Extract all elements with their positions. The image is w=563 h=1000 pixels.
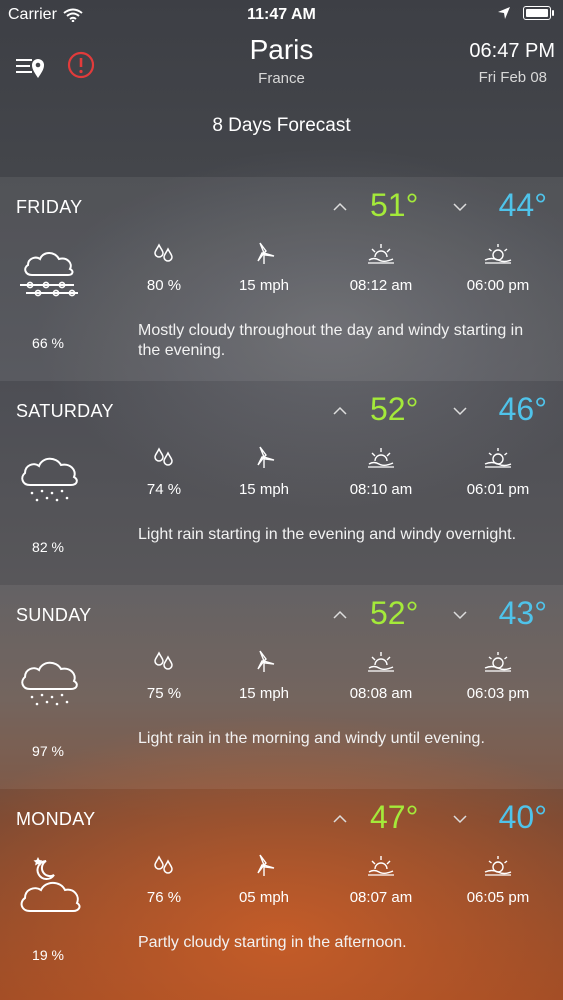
wind-turbine-icon — [252, 853, 276, 877]
sunrise-icon — [367, 445, 395, 469]
precipitation-chance: 66 % — [32, 335, 64, 351]
local-time: 06:47 PM — [469, 40, 555, 62]
low-temp-arrow-icon — [453, 611, 467, 620]
wind-turbine-icon — [252, 241, 276, 265]
wind: 15 mph — [214, 241, 314, 294]
sunrise: 08:10 am — [331, 445, 431, 498]
humidity-icon — [152, 853, 176, 877]
humidity-icon — [152, 649, 176, 673]
location-arrow-icon — [498, 7, 510, 19]
forecast-day-sunday[interactable]: SUNDAY 52° 43° 97 % 75 % 15 mph 08:08 am… — [0, 585, 563, 789]
high-temp-arrow-icon — [333, 814, 347, 823]
high-temp-arrow-icon — [333, 202, 347, 211]
wind-value: 15 mph — [238, 277, 290, 294]
sunset: 06:03 pm — [448, 649, 548, 702]
humidity-value: 74 % — [146, 481, 182, 498]
sunrise-icon — [367, 853, 395, 877]
sunset: 06:05 pm — [448, 853, 548, 906]
wind: 05 mph — [214, 853, 314, 906]
cloud-rain-icon — [16, 445, 82, 502]
sunset-icon — [484, 853, 512, 877]
precipitation-chance: 97 % — [32, 743, 64, 759]
high-temp: 52° — [370, 595, 419, 631]
low-temp: 44° — [498, 187, 547, 223]
sunset: 06:01 pm — [448, 445, 548, 498]
forecast-day-monday[interactable]: MONDAY 47° 40° 19 % 76 % 05 mph 08:07 am… — [0, 789, 563, 993]
sunset-icon — [484, 241, 512, 265]
wind-value: 15 mph — [238, 685, 290, 702]
forecast-summary: Mostly cloudy throughout the day and win… — [138, 322, 524, 359]
sunset-value: 06:01 pm — [466, 481, 530, 498]
humidity-icon — [152, 241, 176, 265]
sunset-icon — [484, 445, 512, 469]
day-name: SATURDAY — [16, 401, 114, 421]
day-name: FRIDAY — [16, 197, 83, 217]
high-temp-arrow-icon — [333, 610, 347, 619]
humidity: 74 % — [114, 445, 214, 498]
high-temp: 47° — [370, 799, 419, 835]
humidity-value: 80 % — [146, 277, 182, 294]
sunrise-value: 08:12 am — [349, 277, 413, 294]
low-temp: 40° — [498, 799, 547, 835]
sunset-icon — [484, 649, 512, 673]
high-temp: 52° — [370, 391, 419, 427]
wind-value: 05 mph — [238, 889, 290, 906]
battery-icon — [523, 6, 554, 20]
sunrise-value: 08:07 am — [349, 889, 413, 906]
partly-cloudy-night-icon — [20, 857, 81, 912]
day-name: MONDAY — [16, 809, 96, 829]
humidity: 75 % — [114, 649, 214, 702]
low-temp-arrow-icon — [453, 203, 467, 212]
wind-turbine-icon — [252, 445, 276, 469]
sunrise-icon — [367, 241, 395, 265]
low-temp-arrow-icon — [453, 407, 467, 416]
forecast-day-friday[interactable]: FRIDAY 51° 44° 66 % 80 % 15 mph 08:12 am… — [0, 177, 563, 381]
cloud-rain-icon — [16, 649, 82, 706]
status-right — [497, 6, 554, 20]
wind-turbine-icon — [252, 649, 276, 673]
forecast-summary: Light rain starting in the evening and w… — [138, 526, 517, 543]
precipitation-chance: 82 % — [32, 539, 64, 555]
sunrise-icon — [367, 649, 395, 673]
status-bar: Carrier 11:47 AM — [0, 0, 563, 30]
humidity-value: 76 % — [146, 889, 182, 906]
forecast-day-saturday[interactable]: SATURDAY 52° 46° 82 % 74 % 15 mph 08:10 … — [0, 381, 563, 585]
sunrise-value: 08:08 am — [349, 685, 413, 702]
wind: 15 mph — [214, 649, 314, 702]
humidity-icon — [152, 445, 176, 469]
wind-value: 15 mph — [238, 481, 290, 498]
forecast-summary: Partly cloudy starting in the afternoon. — [138, 934, 407, 951]
humidity: 76 % — [114, 853, 214, 906]
sunrise: 08:12 am — [331, 241, 431, 294]
sunset: 06:00 pm — [448, 241, 548, 294]
local-date: Fri Feb 08 — [478, 69, 547, 86]
high-temp: 51° — [370, 187, 419, 223]
sunset-value: 06:03 pm — [466, 685, 530, 702]
humidity: 80 % — [114, 241, 214, 294]
humidity-value: 75 % — [146, 685, 182, 702]
low-temp-arrow-icon — [453, 815, 467, 824]
wind: 15 mph — [214, 445, 314, 498]
high-temp-arrow-icon — [333, 406, 347, 415]
sunset-value: 06:00 pm — [466, 277, 530, 294]
day-name: SUNDAY — [16, 605, 92, 625]
forecast-title: 8 Days Forecast — [212, 115, 351, 136]
sunset-value: 06:05 pm — [466, 889, 530, 906]
forecast-summary: Light rain in the morning and windy unti… — [138, 730, 485, 747]
cloud-wind-icon — [20, 252, 78, 297]
sunrise-value: 08:10 am — [349, 481, 413, 498]
status-clock: 11:47 AM — [247, 6, 316, 23]
low-temp: 43° — [498, 595, 547, 631]
header: Paris France 06:47 PM Fri Feb 08 8 Days … — [0, 30, 563, 176]
sunrise: 08:07 am — [331, 853, 431, 906]
precipitation-chance: 19 % — [32, 947, 64, 963]
low-temp: 46° — [498, 391, 547, 427]
sunrise: 08:08 am — [331, 649, 431, 702]
